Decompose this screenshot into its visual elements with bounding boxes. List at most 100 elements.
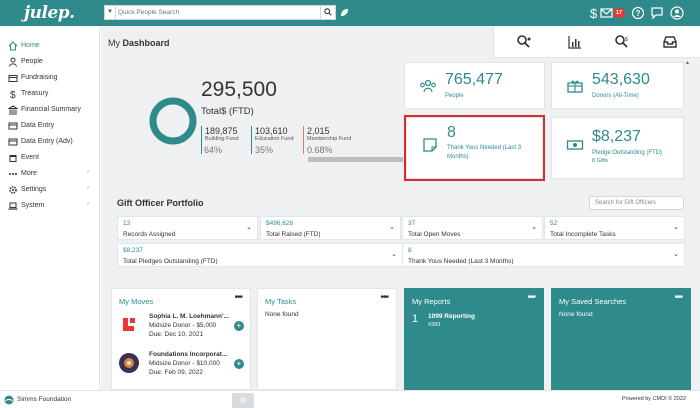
wallet-icon — [8, 75, 18, 82]
mail-icon[interactable] — [600, 6, 614, 20]
sidebar-item-label: Fundraising — [21, 74, 58, 81]
stat-thank-yous-needed[interactable]: 8 Thank Yous Needed (Last 3 Months) ⌄ — [402, 243, 685, 267]
sidebar-item-label: Treasury — [21, 90, 49, 97]
search-scope-dropdown[interactable]: ▼ — [105, 6, 116, 19]
search-input[interactable] — [118, 7, 318, 18]
main-content: My Dashboard $ ▲ 295,500 Total$ (FTD) 18… — [101, 26, 700, 390]
more-options-icon[interactable]: ••• — [527, 292, 535, 303]
sidebar-item-system[interactable]: System › — [0, 198, 100, 214]
sidebar-item-data-entry-adv[interactable]: Data Entry (Adv) — [0, 134, 100, 150]
card-my-tasks: My Tasks ••• None found — [257, 288, 397, 390]
laptop-icon — [8, 202, 18, 210]
search-icon — [324, 8, 332, 16]
more-options-icon[interactable]: ••• — [234, 292, 242, 303]
dashboard-toolbar: $ — [493, 26, 700, 58]
list-item[interactable]: Foundations Incorporat... Midsize Donor … — [119, 349, 245, 385]
list-item[interactable]: Sophia L. M. Loehmann'... Midsize Donor … — [119, 311, 245, 347]
inbox-icon[interactable] — [662, 34, 678, 50]
notification-badge: 17 — [613, 8, 625, 18]
gift-officer-search[interactable]: Search for Gift Officers — [589, 196, 684, 210]
bank-icon — [8, 105, 18, 115]
fund-progress-fill — [308, 157, 403, 162]
chevron-down-icon: ⌄ — [246, 224, 252, 231]
kpi-people[interactable]: 765,477 People — [404, 62, 545, 109]
sidebar-item-fundraising[interactable]: Fundraising — [0, 70, 100, 86]
stat-open-moves[interactable]: 37 Total Open Moves ⌄ — [402, 216, 543, 240]
people-group-icon — [420, 79, 436, 93]
settings-gear-button[interactable]: ⚙ — [232, 393, 254, 408]
money-bill-icon — [566, 140, 584, 150]
chevron-down-icon: ⌄ — [389, 224, 395, 231]
svg-text:$: $ — [10, 90, 16, 99]
card-my-reports: My Reports ••• 1 1099 Reporting #393 — [404, 288, 544, 390]
more-options-icon[interactable]: ••• — [380, 292, 388, 303]
more-options-icon[interactable]: ••• — [674, 292, 682, 303]
organization-logo-icon — [4, 395, 14, 405]
home-icon — [8, 41, 18, 51]
sidebar-item-label: Data Entry — [21, 122, 55, 129]
portfolio-title: Gift Officer Portfolio — [117, 198, 204, 208]
sidebar-item-financial-summary[interactable]: Financial Summary — [0, 102, 100, 118]
card-my-moves: My Moves ••• Sophia L. M. Loehmann'... M… — [111, 288, 251, 390]
user-account-icon[interactable] — [670, 6, 684, 20]
chevron-right-icon: › — [87, 185, 89, 191]
add-icon[interactable]: + — [234, 359, 244, 369]
ellipsis-icon — [9, 173, 17, 175]
sidebar-item-data-entry[interactable]: Data Entry — [0, 118, 100, 134]
chevron-down-icon: ⌄ — [531, 224, 537, 231]
chevron-down-icon: ⌄ — [673, 224, 679, 231]
sidebar-item-more[interactable]: More › — [0, 166, 100, 182]
sidebar-item-event[interactable]: Event — [0, 150, 100, 166]
sidebar-item-treasury[interactable]: $ Treasury — [0, 86, 100, 102]
sidebar: Home People Fundraising $ Treasury Finan… — [0, 26, 100, 390]
stat-total-raised[interactable]: $496,626 Total Raised (FTD) ⌄ — [260, 216, 401, 240]
powered-by: Powered by CMDI © 2022 — [622, 396, 686, 402]
kpi-pledge[interactable]: $8,237 Pledge Outstanding (FTD) 8 Gifts — [551, 117, 684, 179]
sidebar-item-label: System — [21, 202, 45, 209]
fund-pct-education: 35% — [255, 145, 274, 155]
sidebar-item-label: Settings — [21, 186, 47, 193]
organization-name: Simms Foundation — [17, 396, 72, 403]
sidebar-item-label: Data Entry (Adv) — [21, 138, 73, 145]
total-amount: 295,500 — [201, 78, 277, 101]
calendar-icon — [9, 155, 17, 162]
sidebar-item-label: Financial Summary — [21, 106, 81, 113]
search-button[interactable] — [320, 6, 335, 19]
avatar — [119, 315, 139, 335]
sidebar-item-label: Home — [21, 42, 40, 49]
scrollbar-up-arrow[interactable]: ▲ — [685, 60, 690, 66]
sidebar-item-label: More — [21, 170, 37, 177]
sidebar-item-label: Event — [21, 154, 39, 161]
kpi-donors[interactable]: 543,630 Donors (All-Time) — [551, 62, 684, 109]
card-my-saved-searches: My Saved Searches ••• None found — [551, 288, 691, 390]
sidebar-item-label: People — [21, 58, 43, 65]
sidebar-item-settings[interactable]: Settings › — [0, 182, 100, 198]
svg-text:$: $ — [625, 37, 628, 43]
add-icon[interactable]: + — [234, 321, 244, 331]
funds-donut-chart — [149, 97, 197, 145]
bar-chart-icon[interactable] — [567, 34, 583, 50]
stat-records-assigned[interactable]: 13 Records Assigned ⌄ — [117, 216, 258, 240]
stat-incomplete-tasks[interactable]: 52 Total Incomplete Tasks ⌄ — [544, 216, 685, 240]
avatar — [119, 353, 139, 373]
stat-pledges-outstanding[interactable]: $8,237 Total Pledges Outstanding (FTD) ⌄ — [117, 243, 403, 267]
search-dollar-icon[interactable]: $ — [614, 34, 630, 50]
logo[interactable]: julep. — [24, 3, 75, 23]
person-icon — [9, 57, 17, 67]
footer: Simms Foundation ⚙ Powered by CMDI © 202… — [0, 390, 700, 408]
search-person-icon[interactable] — [516, 34, 532, 50]
gear-icon — [9, 186, 17, 194]
chat-icon[interactable] — [650, 6, 664, 20]
fund-pct-building: 64% — [204, 145, 223, 155]
help-icon[interactable]: ? — [631, 6, 645, 20]
gift-icon — [567, 80, 583, 93]
sidebar-item-people[interactable]: People — [0, 54, 100, 70]
svg-text:$: $ — [590, 6, 598, 20]
svg-text:?: ? — [636, 9, 641, 18]
report-link[interactable]: 1099 Reporting — [428, 313, 475, 320]
card-icon — [8, 122, 18, 130]
dollar-icon[interactable]: $ — [587, 6, 601, 20]
page-title: My Dashboard — [108, 38, 170, 48]
leaf-icon[interactable] — [340, 8, 349, 17]
sidebar-item-home[interactable]: Home — [0, 38, 100, 54]
